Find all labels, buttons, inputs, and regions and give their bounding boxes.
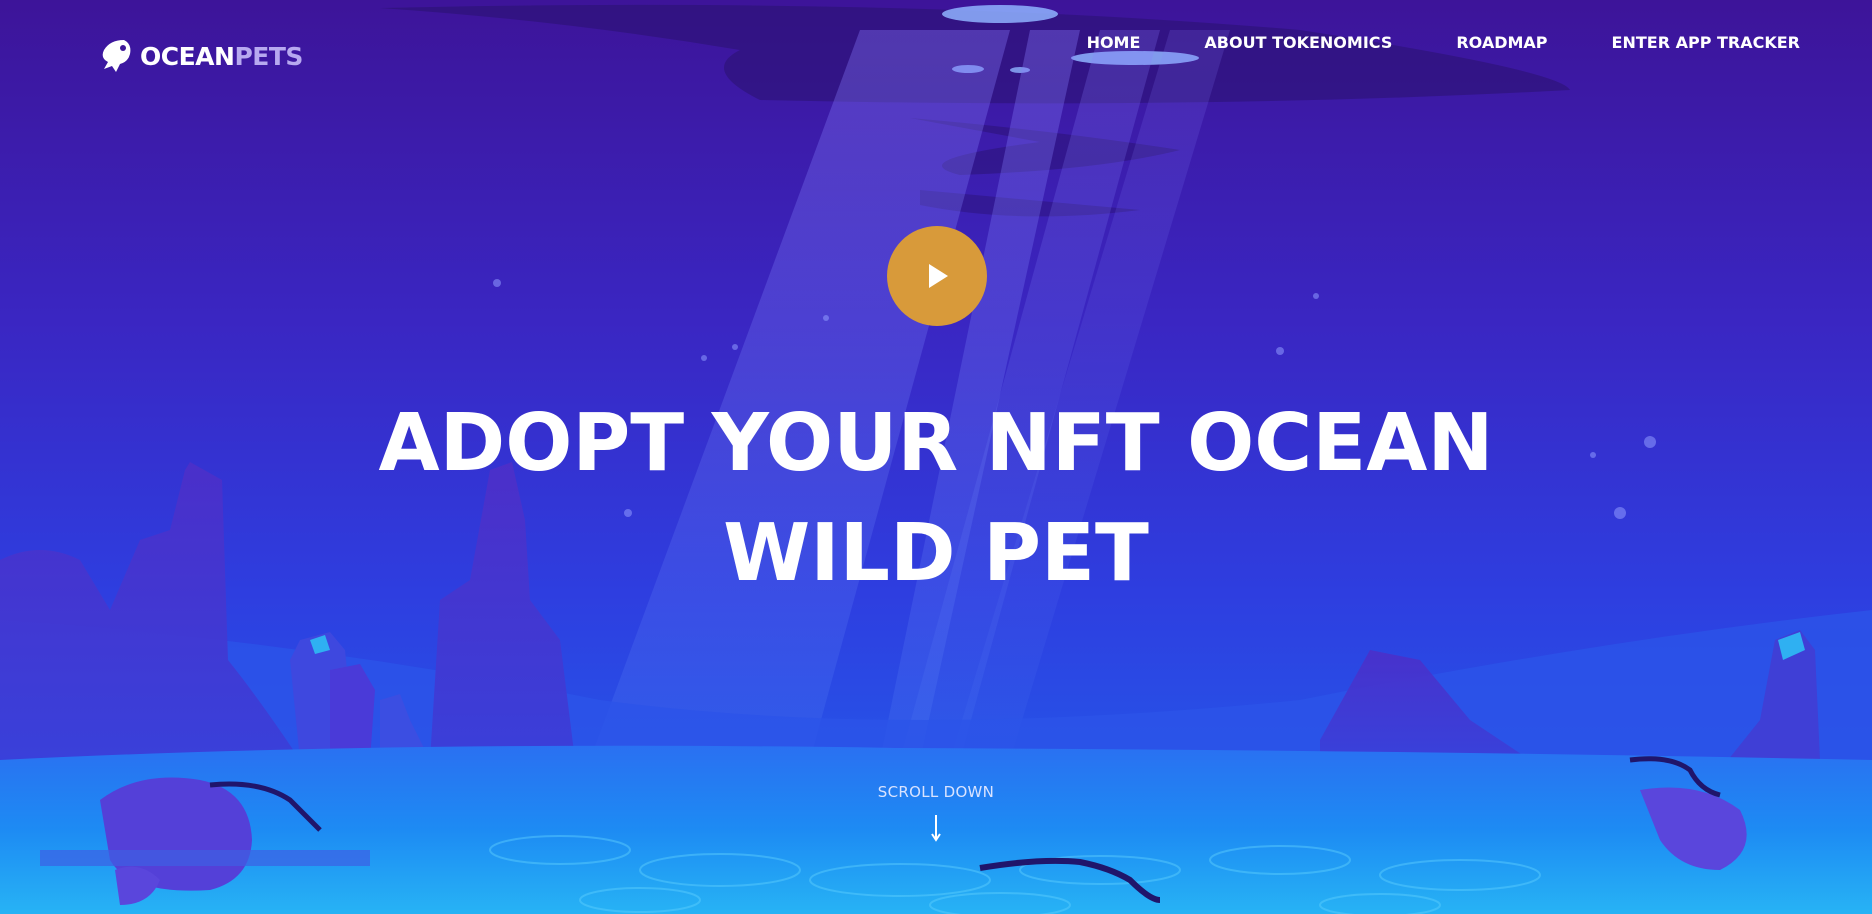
hero-title-line-2: WILD PET [723,507,1149,599]
play-video-button[interactable] [887,226,987,326]
hero-title: ADOPT YOUR NFT OCEAN WILD PET [336,388,1536,608]
arrow-down-icon [931,815,941,842]
fish-icon [102,40,131,72]
brand-name: OCEANPETS [140,41,303,71]
brand-logo[interactable]: OCEANPETS [98,36,303,76]
hero-title-line-1: ADOPT YOUR NFT OCEAN [378,397,1494,489]
play-icon [929,264,948,288]
nav-about-tokenomics[interactable]: ABOUT TOKENOMICS [1204,32,1392,54]
nav-roadmap[interactable]: ROADMAP [1456,32,1547,54]
nav-home[interactable]: HOME [1087,32,1141,54]
scroll-down-label: SCROLL DOWN [877,783,995,801]
scroll-down-link[interactable]: SCROLL DOWN [836,783,1036,843]
main-nav: HOME ABOUT TOKENOMICS ROADMAP ENTER APP … [1087,32,1800,54]
nav-enter-app-tracker[interactable]: ENTER APP TRACKER [1612,32,1800,54]
